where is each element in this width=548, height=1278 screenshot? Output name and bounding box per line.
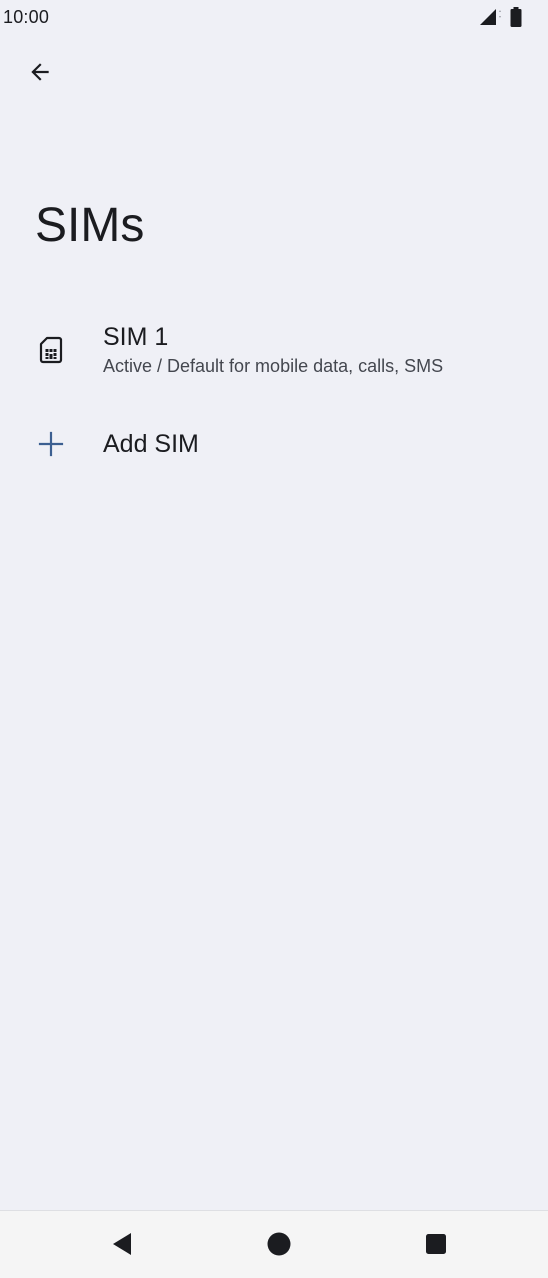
add-sim-label: Add SIM [103, 430, 199, 458]
plus-icon [36, 429, 66, 459]
add-sim-text: Add SIM [103, 429, 532, 459]
nav-recents-button[interactable] [419, 1229, 453, 1263]
sim-1-summary: Active / Default for mobile data, calls,… [103, 356, 444, 376]
status-bar: 10:00 [0, 0, 548, 36]
battery-icon [510, 7, 522, 27]
signal-icon [478, 7, 504, 27]
sims-settings-screen: 10:00 SIMs SIM 1 Active / Default for mo… [0, 0, 548, 1278]
arrow-back-icon [27, 59, 53, 90]
add-sim-button[interactable]: Add SIM [0, 408, 548, 480]
back-button[interactable] [18, 52, 62, 96]
nav-recents-icon [424, 1232, 448, 1261]
page-title: SIMs [35, 199, 145, 252]
nav-back-button[interactable] [105, 1229, 139, 1263]
status-time: 10:00 [3, 7, 50, 27]
sim-1-text: SIM 1 Active / Default for mobile data, … [103, 322, 532, 378]
status-icons [478, 7, 522, 27]
nav-home-icon [266, 1231, 292, 1262]
sim-card-icon [36, 335, 66, 365]
navigation-bar [0, 1210, 548, 1278]
nav-back-icon [109, 1231, 135, 1262]
nav-home-button[interactable] [262, 1229, 296, 1263]
list-item-sim-1[interactable]: SIM 1 Active / Default for mobile data, … [0, 308, 548, 392]
sim-1-title: SIM 1 [103, 323, 169, 351]
